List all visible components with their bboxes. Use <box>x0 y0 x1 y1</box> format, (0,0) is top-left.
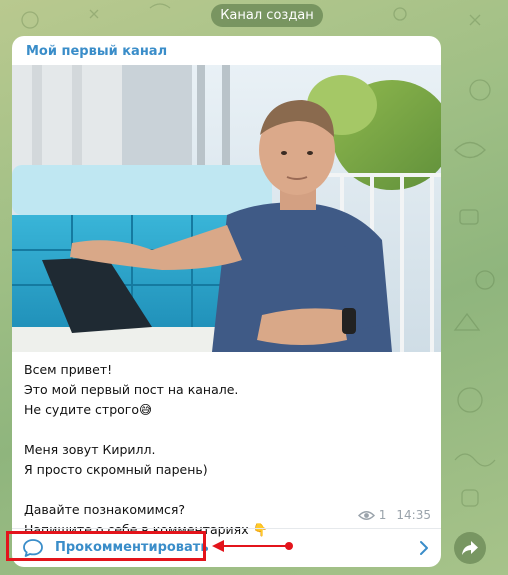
post-photo[interactable] <box>12 65 441 352</box>
post-text-line: Я просто скромный парень) <box>24 462 208 477</box>
post-photo-image <box>12 65 441 352</box>
views-count: 1 <box>378 508 387 522</box>
post-text-line: Всем привет! <box>24 362 113 377</box>
service-message-channel-created: Канал создан <box>211 4 323 27</box>
message-time: 14:35 <box>396 508 431 522</box>
post-text-line: Не судите строго😅 <box>24 402 153 417</box>
annotation-arrow-icon <box>212 540 293 552</box>
channel-name[interactable]: Мой первый канал <box>26 44 167 59</box>
message-meta: 1 14:35 <box>357 508 431 522</box>
post-text-blank-line <box>24 420 434 440</box>
post-text-line: Это мой первый пост на канале. <box>24 382 239 397</box>
share-button[interactable] <box>454 532 486 564</box>
chevron-right-icon[interactable] <box>417 540 431 556</box>
post-text-blank-line <box>24 480 434 500</box>
post-text-line: Меня зовут Кирилл. <box>24 442 156 457</box>
eye-icon <box>357 510 375 520</box>
annotation-highlight-box <box>6 531 206 561</box>
share-arrow-icon <box>462 541 478 555</box>
channel-post-message: Мой первый канал Всем привет! Это мой пе… <box>12 36 441 567</box>
